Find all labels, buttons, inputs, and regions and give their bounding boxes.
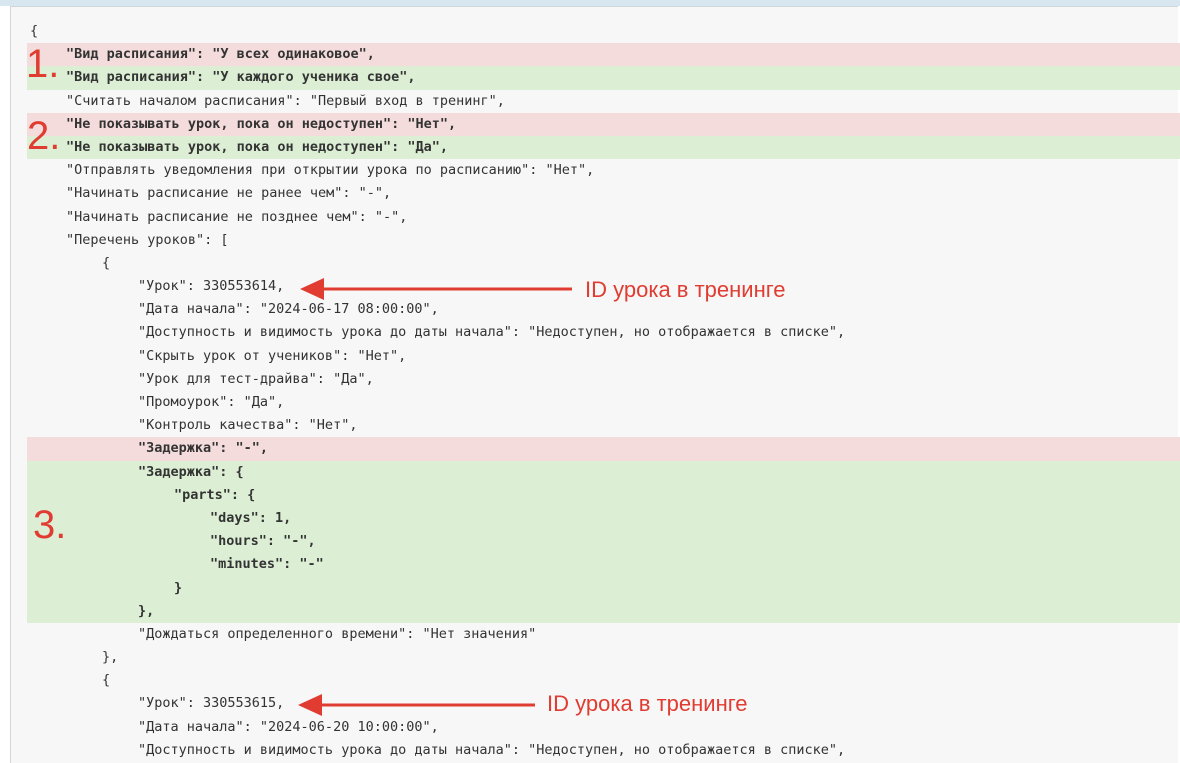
- diff-line-text: "Доступность и видимость урока до даты н…: [138, 741, 846, 758]
- diff-line-text: "Не показывать урок, пока он недоступен"…: [66, 138, 449, 155]
- diff-line-text: {: [30, 23, 39, 39]
- diff-line-text: "Урок": 330553614,: [138, 278, 285, 295]
- diff-line-text: "Доступность и видимость урока до даты н…: [138, 324, 846, 341]
- diff-line-text: "parts": {: [174, 486, 256, 503]
- diff-line: "Считать началом расписания": "Первый вх…: [27, 90, 1180, 113]
- diff-line: "Дата начала": "2024-06-20 10:00:00",: [27, 716, 1180, 739]
- diff-line-text: "Считать началом расписания": "Первый вх…: [66, 92, 505, 109]
- lesson-id-note-2: ID урока в тренинге: [547, 691, 748, 716]
- diff-line-text: "Урок для тест-драйва": "Да",: [138, 370, 374, 387]
- diff-line-text: "Дата начала": "2024-06-17 08:00:00",: [138, 301, 439, 318]
- diff-line-text: {: [102, 254, 111, 271]
- diff-line-text: "Задержка": {: [138, 463, 244, 480]
- diff-line-text: "Контроль качества": "Нет",: [138, 417, 358, 434]
- diff-line-added: },: [27, 599, 1180, 623]
- diff-line-text: "Дата начала": "2024-06-20 10:00:00",: [138, 718, 439, 735]
- diff-line: "Начинать расписание не ранее чем": "-",: [27, 182, 1180, 205]
- diff-line-text: "Начинать расписание не ранее чем": "-",: [66, 185, 392, 202]
- diff-line-text: "Скрыть урок от учеников": "Нет",: [138, 347, 407, 364]
- diff-line-text: {: [102, 672, 111, 689]
- diff-line-added: "hours": "-",: [27, 530, 1180, 554]
- diff-line: "Доступность и видимость урока до даты н…: [27, 321, 1180, 344]
- diff-line: {: [27, 669, 1180, 692]
- diff-line-added: "minutes": "-": [27, 553, 1180, 577]
- diff-line: "Контроль качества": "Нет",: [27, 414, 1180, 437]
- diff-line-text: "Вид расписания": "У всех одинаковое",: [66, 46, 375, 63]
- diff-line: "Начинать расписание не позднее чем": "-…: [27, 206, 1180, 229]
- diff-line: },: [27, 646, 1180, 669]
- diff-line-text: "Вид расписания": "У каждого ученика сво…: [66, 69, 416, 86]
- diff-line-text: "Дождаться определенного времени": "Нет …: [138, 625, 537, 642]
- lesson-id-note-1: ID урока в тренинге: [585, 277, 786, 302]
- diff-line: {: [27, 20, 1180, 43]
- diff-line: "Перечень уроков": [: [27, 229, 1180, 252]
- diff-line-added: "days": 1,: [27, 506, 1180, 531]
- diff-line: "Отправлять уведомления при открытии уро…: [27, 159, 1180, 182]
- diff-line-removed: "Вид расписания": "У всех одинаковое",: [27, 43, 1180, 67]
- diff-line-added: "Вид расписания": "У каждого ученика сво…: [27, 66, 1180, 90]
- marker-2: 2.: [27, 114, 61, 158]
- diff-line-text: "Начинать расписание не позднее чем": "-…: [66, 208, 408, 225]
- diff-line-text: "Перечень уроков": [: [66, 231, 229, 248]
- diff-line-text: "hours": "-",: [210, 533, 316, 550]
- diff-line-text: "days": 1,: [210, 509, 292, 526]
- diff-line-added: "Не показывать урок, пока он недоступен"…: [27, 135, 1180, 160]
- diff-line-text: "Не показывать урок, пока он недоступен"…: [66, 115, 457, 132]
- diff-line: "Доступность и видимость урока до даты н…: [27, 739, 1180, 762]
- diff-line-added: }: [27, 576, 1180, 600]
- diff-line: "Промоурок": "Да",: [27, 391, 1180, 414]
- diff-line-added: "parts": {: [27, 483, 1180, 507]
- diff-line-text: "Задержка": "-",: [138, 440, 269, 457]
- diff-line-removed: "Задержка": "-",: [27, 437, 1180, 461]
- diff-line-added: "Задержка": {: [27, 460, 1180, 484]
- diff-line-removed: "Не показывать урок, пока он недоступен"…: [27, 112, 1180, 136]
- diff-line-text: },: [102, 649, 119, 666]
- diff-line: {: [27, 252, 1180, 275]
- diff-line-text: "minutes": "-": [210, 556, 324, 573]
- diff-line: "Урок для тест-драйва": "Да",: [27, 368, 1180, 391]
- marker-3: 3.: [33, 503, 67, 547]
- diff-line-text: "Промоурок": "Да",: [138, 394, 285, 410]
- diff-line-text: "Урок": 330553615,: [138, 695, 285, 712]
- json-diff-view: { "Вид расписания": "У всех одинаковое", "…: [27, 20, 1180, 762]
- diff-line-text: },: [138, 602, 155, 619]
- diff-line: "Скрыть урок от учеников": "Нет",: [27, 345, 1180, 368]
- marker-1: 1.: [26, 42, 60, 86]
- diff-line-text: }: [174, 579, 183, 596]
- diff-line: "Дождаться определенного времени": "Нет …: [27, 623, 1180, 646]
- diff-line-text: "Отправлять уведомления при открытии уро…: [66, 162, 595, 179]
